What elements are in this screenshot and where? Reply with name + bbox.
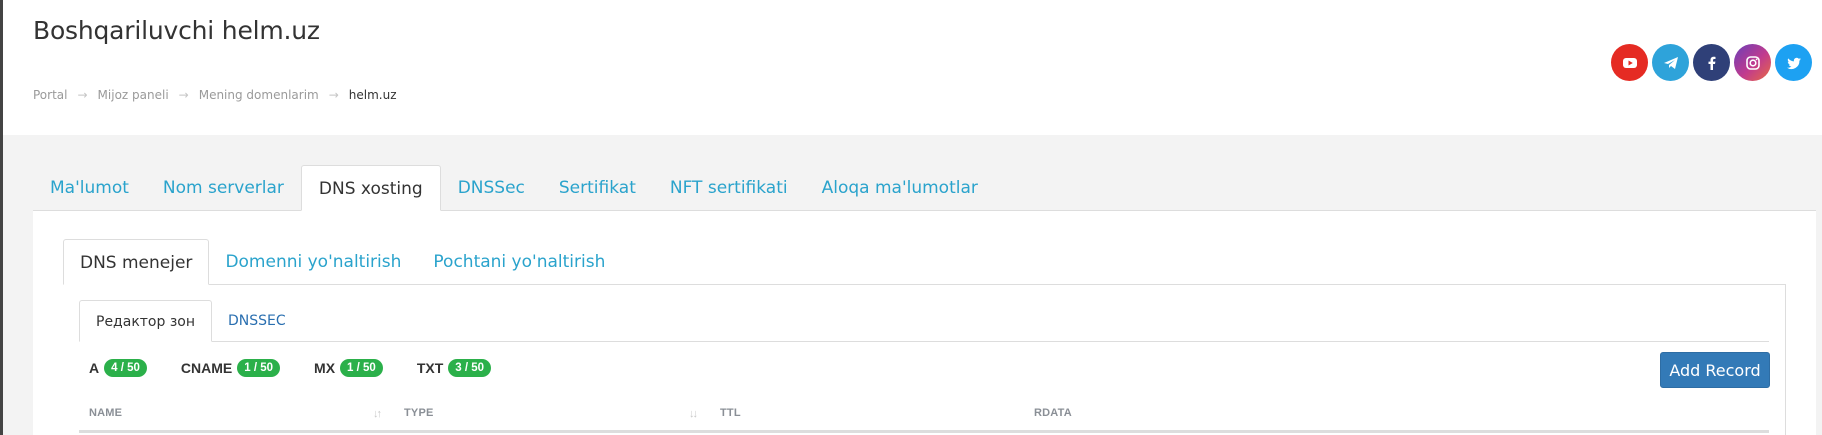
- column-header-rdata: RDATA: [1034, 407, 1072, 419]
- record-type-label: MX: [314, 360, 336, 376]
- youtube-icon[interactable]: [1611, 44, 1648, 81]
- twitter-icon[interactable]: [1775, 44, 1812, 81]
- facebook-icon[interactable]: [1693, 44, 1730, 81]
- sort-icon[interactable]: ↓↑: [373, 408, 382, 420]
- tab-dnssec-settings[interactable]: DNSSEC: [212, 300, 302, 342]
- instagram-icon[interactable]: [1734, 44, 1771, 81]
- record-type-label: TXT: [416, 360, 444, 376]
- breadcrumb-my-domains[interactable]: Mening domenlarim: [199, 88, 319, 102]
- breadcrumb-client-panel[interactable]: Mijoz paneli: [98, 88, 169, 102]
- sort-icon[interactable]: ↓↓: [689, 408, 698, 420]
- arrow-right-icon: →: [178, 88, 189, 102]
- tab-contact-info[interactable]: Aloqa ma'lumotlar: [805, 165, 995, 211]
- record-count-badge: 3 / 50: [448, 359, 492, 377]
- record-count-cname: CNAME 1 / 50: [180, 359, 281, 377]
- page-header: Boshqariluvchi helm.uz Portal → Mijoz pa…: [3, 0, 1822, 135]
- social-links: [1611, 44, 1812, 81]
- record-type-label: A: [89, 360, 100, 376]
- record-count-badge: 1 / 50: [340, 359, 383, 377]
- record-count-badge: 1 / 50: [237, 359, 281, 377]
- breadcrumb: Portal → Mijoz paneli → Mening domenlari…: [33, 88, 397, 102]
- tab-name-servers[interactable]: Nom serverlar: [146, 165, 301, 211]
- column-header-type[interactable]: TYPE: [404, 407, 434, 419]
- tab-dns-hosting[interactable]: DNS xosting: [300, 165, 441, 211]
- record-count-badge: 4 / 50: [104, 359, 147, 377]
- record-count-mx: MX 1 / 50: [314, 359, 383, 377]
- record-type-label: CNAME: [180, 360, 233, 376]
- tab-dns-manager[interactable]: DNS menejer: [63, 239, 210, 285]
- tab-mail-forwarding[interactable]: Pochtani yo'naltirish: [417, 239, 621, 285]
- record-counts: A 4 / 50 CNAME 1 / 50 MX 1 / 50 TXT 3 / …: [89, 359, 525, 377]
- tab-zone-editor[interactable]: Редактор зон: [79, 300, 212, 342]
- record-count-a: A 4 / 50: [89, 359, 147, 377]
- tab-dnssec[interactable]: DNSSec: [441, 165, 542, 211]
- domain-tabs: Ma'lumot Nom serverlar DNS xosting DNSSe…: [33, 165, 995, 211]
- arrow-right-icon: →: [328, 88, 339, 102]
- page-title: Boshqariluvchi helm.uz: [33, 16, 320, 45]
- zone-editor-panel: [79, 341, 1769, 342]
- column-header-ttl: TTL: [720, 407, 741, 419]
- column-header-name[interactable]: NAME: [89, 407, 122, 419]
- breadcrumb-current-domain: helm.uz: [348, 88, 397, 102]
- tab-domain-forwarding[interactable]: Domenni yo'naltirish: [209, 239, 417, 285]
- add-record-button[interactable]: Add Record: [1660, 352, 1770, 388]
- breadcrumb-portal[interactable]: Portal: [33, 88, 67, 102]
- tab-nft-certificate[interactable]: NFT sertifikati: [653, 165, 805, 211]
- telegram-icon[interactable]: [1652, 44, 1689, 81]
- tab-certificate[interactable]: Sertifikat: [542, 165, 653, 211]
- tab-info[interactable]: Ma'lumot: [33, 165, 146, 211]
- dns-manager-tabs: Редактор зон DNSSEC: [79, 300, 302, 342]
- dns-hosting-tabs: DNS menejer Domenni yo'naltirish Pochtan…: [63, 239, 621, 285]
- record-count-txt: TXT 3 / 50: [416, 359, 492, 377]
- arrow-right-icon: →: [77, 88, 88, 102]
- records-table-header: NAME ↓↑ TYPE ↓↓ TTL RDATA: [79, 400, 1769, 433]
